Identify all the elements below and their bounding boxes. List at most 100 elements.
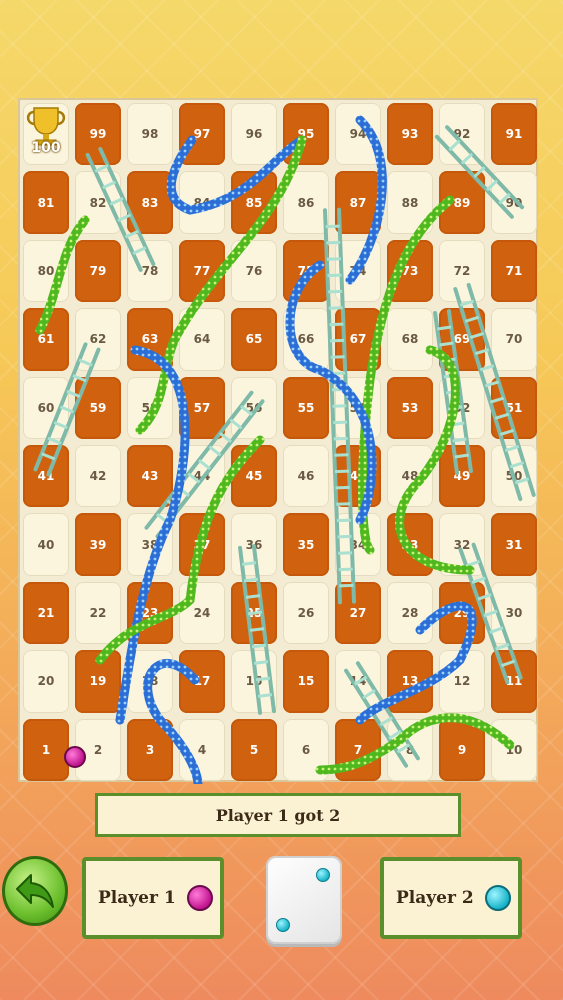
board-square-tile: 68 [387,308,433,371]
board-square-number: 32 [453,537,471,552]
board-square-tile: 85 [231,171,277,234]
board-square-15: 15 [280,647,332,715]
board-square-tile: 44 [179,445,225,508]
board-square-tile: 95 [283,103,329,166]
board-square-26: 26 [280,579,332,647]
board-square-51: 51 [488,374,540,442]
board-square-number: 88 [401,195,419,210]
back-button[interactable] [2,856,68,926]
board-square-31: 31 [488,510,540,578]
board-square-number: 29 [453,605,471,620]
board-square-number: 75 [297,263,315,278]
board-square-number: 1 [41,742,51,757]
board-square-66: 66 [280,305,332,373]
board-square-tile: 70 [491,308,537,371]
board-square-5: 5 [228,716,280,784]
board-square-36: 36 [228,510,280,578]
board-square-number: 22 [89,605,107,620]
board-square-number: 45 [245,469,263,484]
board-square-tile: 94 [335,103,381,166]
board-square-tile: 82 [75,171,121,234]
board-square-tile: 11 [491,650,537,713]
board-square-16: 16 [228,647,280,715]
board-square-number: 78 [141,263,159,278]
board-square-96: 96 [228,100,280,168]
board-square-38: 38 [124,510,176,578]
board-square-number: 73 [401,263,419,278]
board-square-number: 34 [349,537,367,552]
dice-pip [316,868,330,882]
board-square-tile: 3 [127,718,173,781]
board-square-63: 63 [124,305,176,373]
board-square-number: 86 [297,195,315,210]
board-square-33: 33 [384,510,436,578]
board-square-27: 27 [332,579,384,647]
board-square-14: 14 [332,647,384,715]
board-square-tile: 96 [231,103,277,166]
board-square-tile: 23 [127,581,173,645]
board-square-number: 67 [349,332,367,347]
board-square-19: 19 [72,647,124,715]
board-square-tile: 40 [23,513,69,576]
board-square-tile: 50 [491,445,537,508]
board-square-61: 61 [20,305,72,373]
dice-button[interactable] [266,856,342,944]
board-square-tile: 93 [387,103,433,166]
board-square-number: 37 [193,537,211,552]
board-square-tile: 65 [231,308,277,371]
board-square-tile: 30 [491,581,537,645]
board-square-7: 7 [332,716,384,784]
board-square-52: 52 [436,374,488,442]
board-square-number: 99 [89,127,107,142]
board-square-34: 34 [332,510,384,578]
board-square-tile: 77 [179,239,225,303]
board-square-tile: 29 [439,581,485,645]
board-square-98: 98 [124,100,176,168]
board-square-37: 37 [176,510,228,578]
board-square-86: 86 [280,168,332,236]
board-square-57: 57 [176,374,228,442]
board-square-tile: 41 [23,445,69,508]
board-square-number: 63 [141,332,159,347]
board-square-tile: 8 [387,718,433,781]
board-square-tile: 6 [283,718,329,781]
board-square-number: 95 [297,127,315,142]
board-square-tile: 60 [23,376,69,439]
board-square-number: 74 [349,263,367,278]
board-square-12: 12 [436,647,488,715]
status-message: Player 1 got 2 [95,793,461,837]
board-square-70: 70 [488,305,540,373]
board-square-number: 46 [297,469,315,484]
board-square-tile: 36 [231,513,277,576]
board-square-tile: 31 [491,513,537,576]
board-square-number: 66 [297,332,315,347]
board-square-91: 91 [488,100,540,168]
board-square-tile: 13 [387,650,433,713]
board-square-number: 18 [141,674,159,689]
board-square-number: 47 [349,469,367,484]
board-square-number: 8 [405,742,415,757]
board-square-number: 55 [297,400,315,415]
board-square-tile: 20 [23,650,69,713]
board-square-41: 41 [20,442,72,510]
board-square-tile: 81 [23,171,69,234]
player-2-panel: Player 2 [380,857,522,939]
board-square-84: 84 [176,168,228,236]
board-square-tile: 42 [75,445,121,508]
board-square-tile: 88 [387,171,433,234]
board-square-tile: 9 [439,718,485,781]
board-square-47: 47 [332,442,384,510]
board-square-50: 50 [488,442,540,510]
board-square-number: 38 [141,537,159,552]
board-square-55: 55 [280,374,332,442]
board-square-number: 72 [453,263,471,278]
board-square-53: 53 [384,374,436,442]
board-square-tile: 67 [335,308,381,371]
board-square-number: 71 [505,263,523,278]
board-square-1: 1 [20,716,72,784]
board-square-tile: 47 [335,445,381,508]
board-square-6: 6 [280,716,332,784]
board-square-71: 71 [488,237,540,305]
board-square-74: 74 [332,237,384,305]
board-square-62: 62 [72,305,124,373]
